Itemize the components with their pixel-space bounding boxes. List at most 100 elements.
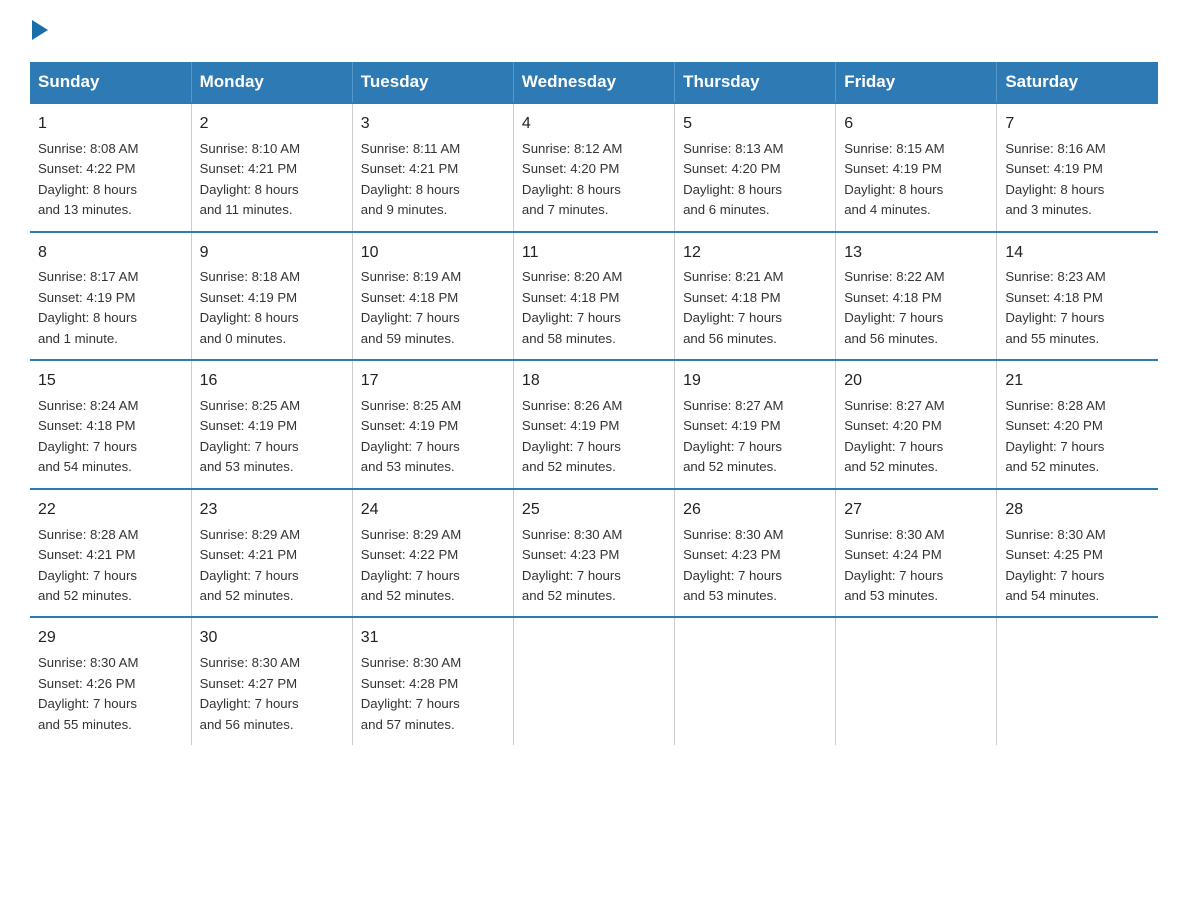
day-info: Sunrise: 8:17 AM Sunset: 4:19 PM Dayligh…: [38, 267, 183, 349]
calendar-table: SundayMondayTuesdayWednesdayThursdayFrid…: [30, 62, 1158, 745]
calendar-cell: 16Sunrise: 8:25 AM Sunset: 4:19 PM Dayli…: [191, 360, 352, 489]
calendar-cell: 17Sunrise: 8:25 AM Sunset: 4:19 PM Dayli…: [352, 360, 513, 489]
day-info: Sunrise: 8:28 AM Sunset: 4:20 PM Dayligh…: [1005, 396, 1150, 478]
weekday-header-saturday: Saturday: [997, 62, 1158, 103]
calendar-cell: 28Sunrise: 8:30 AM Sunset: 4:25 PM Dayli…: [997, 489, 1158, 618]
day-number: 23: [200, 498, 344, 523]
calendar-cell: [836, 617, 997, 745]
calendar-cell: 7Sunrise: 8:16 AM Sunset: 4:19 PM Daylig…: [997, 103, 1158, 232]
day-number: 8: [38, 241, 183, 266]
calendar-week-row: 29Sunrise: 8:30 AM Sunset: 4:26 PM Dayli…: [30, 617, 1158, 745]
calendar-cell: 1Sunrise: 8:08 AM Sunset: 4:22 PM Daylig…: [30, 103, 191, 232]
logo: [30, 20, 48, 42]
weekday-header-sunday: Sunday: [30, 62, 191, 103]
weekday-header-wednesday: Wednesday: [513, 62, 674, 103]
calendar-week-row: 1Sunrise: 8:08 AM Sunset: 4:22 PM Daylig…: [30, 103, 1158, 232]
calendar-cell: 21Sunrise: 8:28 AM Sunset: 4:20 PM Dayli…: [997, 360, 1158, 489]
calendar-cell: 18Sunrise: 8:26 AM Sunset: 4:19 PM Dayli…: [513, 360, 674, 489]
calendar-cell: 13Sunrise: 8:22 AM Sunset: 4:18 PM Dayli…: [836, 232, 997, 361]
day-number: 27: [844, 498, 988, 523]
calendar-cell: 8Sunrise: 8:17 AM Sunset: 4:19 PM Daylig…: [30, 232, 191, 361]
day-number: 7: [1005, 112, 1150, 137]
day-number: 12: [683, 241, 827, 266]
day-info: Sunrise: 8:25 AM Sunset: 4:19 PM Dayligh…: [361, 396, 505, 478]
day-info: Sunrise: 8:22 AM Sunset: 4:18 PM Dayligh…: [844, 267, 988, 349]
day-info: Sunrise: 8:23 AM Sunset: 4:18 PM Dayligh…: [1005, 267, 1150, 349]
weekday-header-monday: Monday: [191, 62, 352, 103]
day-info: Sunrise: 8:30 AM Sunset: 4:25 PM Dayligh…: [1005, 525, 1150, 607]
calendar-cell: 3Sunrise: 8:11 AM Sunset: 4:21 PM Daylig…: [352, 103, 513, 232]
calendar-cell: 24Sunrise: 8:29 AM Sunset: 4:22 PM Dayli…: [352, 489, 513, 618]
day-number: 22: [38, 498, 183, 523]
weekday-header-thursday: Thursday: [675, 62, 836, 103]
day-info: Sunrise: 8:18 AM Sunset: 4:19 PM Dayligh…: [200, 267, 344, 349]
calendar-cell: 19Sunrise: 8:27 AM Sunset: 4:19 PM Dayli…: [675, 360, 836, 489]
day-info: Sunrise: 8:11 AM Sunset: 4:21 PM Dayligh…: [361, 139, 505, 221]
day-info: Sunrise: 8:29 AM Sunset: 4:21 PM Dayligh…: [200, 525, 344, 607]
day-number: 2: [200, 112, 344, 137]
day-info: Sunrise: 8:30 AM Sunset: 4:23 PM Dayligh…: [683, 525, 827, 607]
calendar-cell: 25Sunrise: 8:30 AM Sunset: 4:23 PM Dayli…: [513, 489, 674, 618]
calendar-cell: 2Sunrise: 8:10 AM Sunset: 4:21 PM Daylig…: [191, 103, 352, 232]
day-number: 15: [38, 369, 183, 394]
day-number: 4: [522, 112, 666, 137]
day-number: 11: [522, 241, 666, 266]
day-info: Sunrise: 8:30 AM Sunset: 4:24 PM Dayligh…: [844, 525, 988, 607]
calendar-cell: 23Sunrise: 8:29 AM Sunset: 4:21 PM Dayli…: [191, 489, 352, 618]
calendar-cell: 14Sunrise: 8:23 AM Sunset: 4:18 PM Dayli…: [997, 232, 1158, 361]
day-info: Sunrise: 8:30 AM Sunset: 4:28 PM Dayligh…: [361, 653, 505, 735]
day-number: 19: [683, 369, 827, 394]
calendar-cell: [997, 617, 1158, 745]
day-info: Sunrise: 8:10 AM Sunset: 4:21 PM Dayligh…: [200, 139, 344, 221]
calendar-cell: 29Sunrise: 8:30 AM Sunset: 4:26 PM Dayli…: [30, 617, 191, 745]
calendar-cell: 6Sunrise: 8:15 AM Sunset: 4:19 PM Daylig…: [836, 103, 997, 232]
day-number: 28: [1005, 498, 1150, 523]
logo-triangle-icon: [32, 20, 48, 40]
day-number: 14: [1005, 241, 1150, 266]
calendar-cell: 10Sunrise: 8:19 AM Sunset: 4:18 PM Dayli…: [352, 232, 513, 361]
day-number: 25: [522, 498, 666, 523]
day-info: Sunrise: 8:13 AM Sunset: 4:20 PM Dayligh…: [683, 139, 827, 221]
day-number: 1: [38, 112, 183, 137]
calendar-cell: 5Sunrise: 8:13 AM Sunset: 4:20 PM Daylig…: [675, 103, 836, 232]
calendar-cell: 9Sunrise: 8:18 AM Sunset: 4:19 PM Daylig…: [191, 232, 352, 361]
calendar-cell: 11Sunrise: 8:20 AM Sunset: 4:18 PM Dayli…: [513, 232, 674, 361]
day-info: Sunrise: 8:15 AM Sunset: 4:19 PM Dayligh…: [844, 139, 988, 221]
day-number: 18: [522, 369, 666, 394]
page-header: [30, 20, 1158, 42]
day-info: Sunrise: 8:30 AM Sunset: 4:26 PM Dayligh…: [38, 653, 183, 735]
day-info: Sunrise: 8:21 AM Sunset: 4:18 PM Dayligh…: [683, 267, 827, 349]
day-number: 20: [844, 369, 988, 394]
day-info: Sunrise: 8:26 AM Sunset: 4:19 PM Dayligh…: [522, 396, 666, 478]
day-info: Sunrise: 8:24 AM Sunset: 4:18 PM Dayligh…: [38, 396, 183, 478]
day-info: Sunrise: 8:25 AM Sunset: 4:19 PM Dayligh…: [200, 396, 344, 478]
calendar-cell: 30Sunrise: 8:30 AM Sunset: 4:27 PM Dayli…: [191, 617, 352, 745]
day-info: Sunrise: 8:30 AM Sunset: 4:27 PM Dayligh…: [200, 653, 344, 735]
day-number: 31: [361, 626, 505, 651]
day-info: Sunrise: 8:30 AM Sunset: 4:23 PM Dayligh…: [522, 525, 666, 607]
calendar-cell: 22Sunrise: 8:28 AM Sunset: 4:21 PM Dayli…: [30, 489, 191, 618]
weekday-header-tuesday: Tuesday: [352, 62, 513, 103]
calendar-cell: [513, 617, 674, 745]
day-number: 21: [1005, 369, 1150, 394]
calendar-cell: 31Sunrise: 8:30 AM Sunset: 4:28 PM Dayli…: [352, 617, 513, 745]
calendar-week-row: 8Sunrise: 8:17 AM Sunset: 4:19 PM Daylig…: [30, 232, 1158, 361]
calendar-week-row: 22Sunrise: 8:28 AM Sunset: 4:21 PM Dayli…: [30, 489, 1158, 618]
day-number: 6: [844, 112, 988, 137]
day-number: 10: [361, 241, 505, 266]
calendar-cell: 26Sunrise: 8:30 AM Sunset: 4:23 PM Dayli…: [675, 489, 836, 618]
weekday-header-friday: Friday: [836, 62, 997, 103]
calendar-week-row: 15Sunrise: 8:24 AM Sunset: 4:18 PM Dayli…: [30, 360, 1158, 489]
day-number: 17: [361, 369, 505, 394]
day-info: Sunrise: 8:20 AM Sunset: 4:18 PM Dayligh…: [522, 267, 666, 349]
calendar-cell: 4Sunrise: 8:12 AM Sunset: 4:20 PM Daylig…: [513, 103, 674, 232]
day-number: 13: [844, 241, 988, 266]
calendar-cell: 20Sunrise: 8:27 AM Sunset: 4:20 PM Dayli…: [836, 360, 997, 489]
calendar-cell: [675, 617, 836, 745]
day-number: 29: [38, 626, 183, 651]
day-number: 5: [683, 112, 827, 137]
day-number: 3: [361, 112, 505, 137]
calendar-cell: 12Sunrise: 8:21 AM Sunset: 4:18 PM Dayli…: [675, 232, 836, 361]
day-number: 30: [200, 626, 344, 651]
day-info: Sunrise: 8:12 AM Sunset: 4:20 PM Dayligh…: [522, 139, 666, 221]
